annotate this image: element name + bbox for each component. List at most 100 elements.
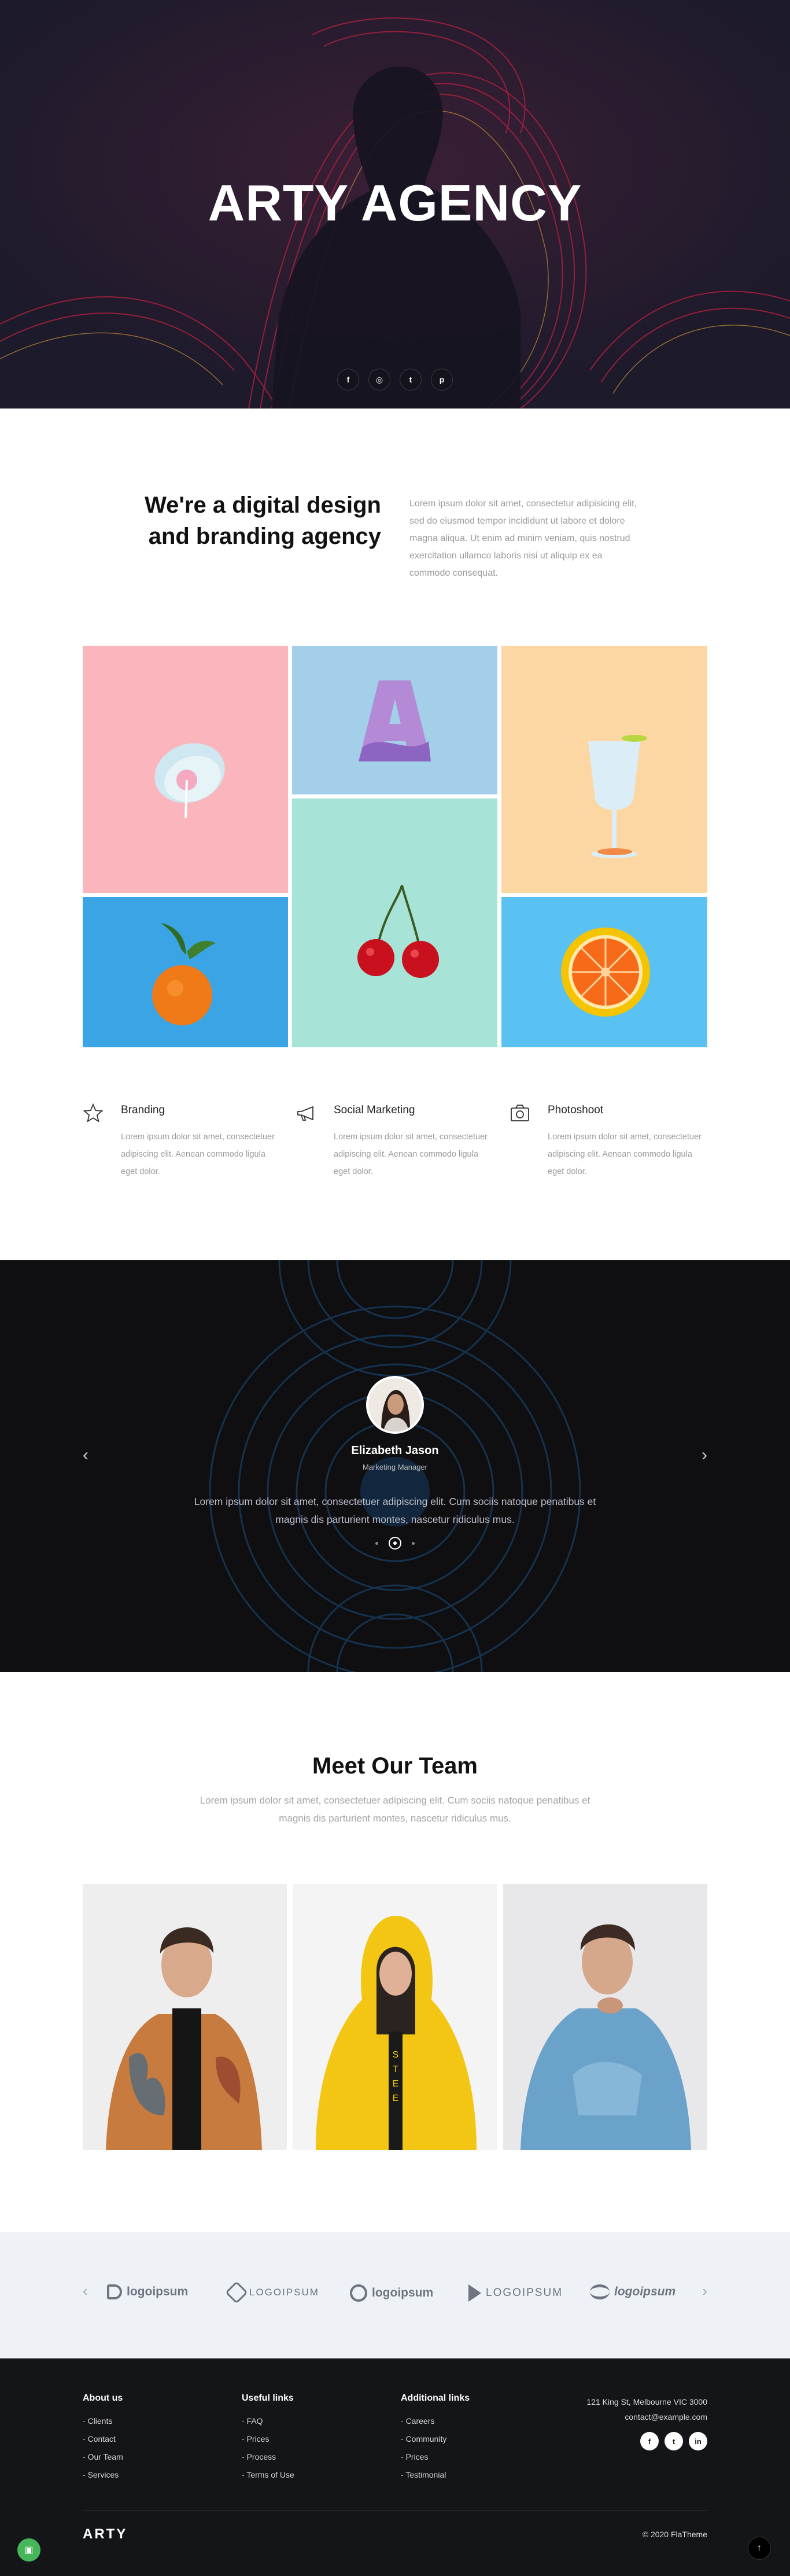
footer-link[interactable]: Careers bbox=[401, 2416, 470, 2434]
footer-link[interactable]: Community bbox=[401, 2434, 470, 2452]
service-text: Lorem ipsum dolor sit amet, consectetuer… bbox=[548, 1132, 702, 1176]
letter-a-image bbox=[359, 680, 431, 761]
intro-section: We're a digital design and branding agen… bbox=[0, 409, 790, 646]
back-to-top-icon[interactable]: ↑ bbox=[748, 2537, 771, 2560]
team-member-photo[interactable] bbox=[503, 1884, 707, 2150]
footer-address: 121 King St, Melbourne VIC 3000 bbox=[586, 2397, 707, 2406]
facebook-icon[interactable]: f bbox=[337, 369, 359, 391]
footer-column-additional: Additional links Careers Community Price… bbox=[401, 2393, 470, 2488]
hero-section: ARTY AGENCY f ◎ t p bbox=[0, 0, 790, 409]
testimonial-section: ‹ › Elizabeth Jason Marketing Manager Lo… bbox=[0, 1260, 790, 1672]
service-title: Photoshoot bbox=[548, 1104, 604, 1116]
service-title: Social Marketing bbox=[334, 1104, 415, 1116]
twitter-icon[interactable]: t bbox=[665, 2432, 683, 2450]
gallery-image-cocktail[interactable] bbox=[501, 646, 707, 893]
cocktail-image bbox=[588, 735, 647, 858]
instagram-icon[interactable]: ◎ bbox=[368, 369, 390, 391]
star-icon bbox=[83, 1103, 104, 1123]
footer-link[interactable]: Prices bbox=[401, 2452, 470, 2470]
portfolio-gallery bbox=[83, 646, 707, 1047]
megaphone-icon bbox=[297, 1106, 313, 1121]
service-title: Branding bbox=[121, 1104, 165, 1116]
client-logo[interactable]: logoipsum bbox=[590, 2284, 675, 2299]
gallery-image-grapefruit[interactable] bbox=[501, 897, 707, 1047]
svg-text:E: E bbox=[393, 2079, 399, 2089]
footer-link[interactable]: Clients bbox=[83, 2416, 123, 2434]
facebook-icon[interactable]: f bbox=[640, 2432, 659, 2450]
avatar bbox=[366, 1376, 424, 1434]
client-logo[interactable]: logoipsum bbox=[350, 2284, 433, 2302]
footer-link[interactable]: Terms of Use bbox=[242, 2470, 294, 2488]
footer-link[interactable]: Contact bbox=[83, 2434, 123, 2452]
client-logo[interactable]: LOGOIPSUM bbox=[468, 2284, 563, 2302]
footer-copyright: © 2020 FlaTheme bbox=[642, 2530, 707, 2539]
lollipop-image bbox=[154, 743, 225, 819]
logos-prev-arrow[interactable]: ‹ bbox=[83, 2282, 88, 2300]
svg-text:S: S bbox=[393, 2050, 399, 2060]
svg-text:E: E bbox=[393, 2093, 399, 2103]
client-logo-text: logoipsum bbox=[372, 2286, 434, 2299]
logo-mark-icon bbox=[590, 2284, 610, 2299]
footer-link[interactable]: FAQ bbox=[242, 2416, 294, 2434]
services-section: Branding Lorem ipsum dolor sit amet, con… bbox=[83, 1099, 707, 1215]
footer-column-about: About us Clients Contact Our Team Servic… bbox=[83, 2393, 123, 2488]
gallery-image-orange[interactable] bbox=[83, 897, 288, 1047]
footer-column-useful: Useful links FAQ Prices Process Terms of… bbox=[242, 2393, 294, 2488]
cherries-image bbox=[357, 885, 439, 978]
client-logo[interactable]: LOGOIPSUM bbox=[225, 2281, 319, 2304]
pinterest-icon[interactable]: p bbox=[431, 369, 453, 391]
testimonial-name: Elizabeth Jason bbox=[351, 1444, 439, 1457]
linkedin-icon[interactable]: in bbox=[689, 2432, 707, 2450]
gallery-image-letter-a[interactable] bbox=[292, 646, 497, 794]
hero-social-links: f ◎ t p bbox=[0, 369, 790, 391]
testimonial-pagination bbox=[0, 1537, 790, 1550]
footer-contact: 121 King St, Melbourne VIC 3000 contact@… bbox=[586, 2394, 707, 2424]
pagination-dot-active[interactable] bbox=[389, 1537, 401, 1550]
footer-email[interactable]: contact@example.com bbox=[586, 2409, 707, 2424]
logo-mark-icon bbox=[107, 2284, 122, 2299]
footer-link[interactable]: Testimonial bbox=[401, 2470, 470, 2488]
client-logos-section: ‹ logoipsum LOGOIPSUM logoipsum LOGOIPSU… bbox=[0, 2232, 790, 2358]
team-member-photo[interactable]: S T E E bbox=[293, 1884, 497, 2150]
intro-heading: We're a digital design and branding agen… bbox=[145, 492, 381, 549]
service-text: Lorem ipsum dolor sit amet, consectetuer… bbox=[334, 1132, 488, 1176]
logo-mark-icon bbox=[350, 2284, 367, 2302]
team-title: Meet Our Team bbox=[312, 1753, 478, 1779]
footer: About us Clients Contact Our Team Servic… bbox=[0, 2358, 790, 2576]
footer-link[interactable]: Prices bbox=[242, 2434, 294, 2452]
footer-logo[interactable]: ARTY bbox=[83, 2526, 127, 2542]
avatar-portrait bbox=[368, 1378, 422, 1431]
page: ARTY AGENCY f ◎ t p We're a digital desi… bbox=[0, 0, 790, 2576]
footer-divider bbox=[83, 2510, 707, 2511]
gallery-image-cherries[interactable] bbox=[292, 798, 497, 1047]
grapefruit-image bbox=[561, 928, 650, 1017]
pagination-dot[interactable] bbox=[412, 1541, 415, 1545]
team-member-photo[interactable] bbox=[83, 1884, 287, 2150]
logo-mark-icon bbox=[468, 2284, 481, 2302]
service-text: Lorem ipsum dolor sit amet, consectetuer… bbox=[121, 1132, 275, 1176]
logos-next-arrow[interactable]: › bbox=[702, 2282, 707, 2300]
pagination-dot[interactable] bbox=[375, 1541, 378, 1545]
logo-mark-icon bbox=[225, 2281, 248, 2304]
twitter-icon[interactable]: t bbox=[400, 369, 422, 391]
client-logo-text: LOGOIPSUM bbox=[486, 2287, 563, 2299]
hero-title: ARTY AGENCY bbox=[208, 174, 582, 231]
footer-link[interactable]: Our Team bbox=[83, 2452, 123, 2470]
gallery-image-lollipop[interactable] bbox=[83, 646, 288, 893]
cart-icon[interactable]: ▣ bbox=[17, 2538, 40, 2562]
footer-heading: Additional links bbox=[401, 2393, 470, 2403]
client-logo-text: logoipsum bbox=[614, 2285, 676, 2298]
intro-text: Lorem ipsum dolor sit amet, consectetur … bbox=[409, 499, 637, 578]
team-member-3-image bbox=[503, 1884, 707, 2150]
footer-heading: Useful links bbox=[242, 2393, 294, 2403]
camera-icon bbox=[511, 1105, 529, 1121]
footer-heading: About us bbox=[83, 2393, 123, 2403]
testimonial-role: Marketing Manager bbox=[363, 1463, 427, 1471]
client-logo[interactable]: logoipsum bbox=[107, 2284, 188, 2299]
footer-link[interactable]: Services bbox=[83, 2470, 123, 2488]
team-member-1-image bbox=[83, 1884, 287, 2150]
svg-text:T: T bbox=[393, 2065, 398, 2074]
team-member-2-image: S T E E bbox=[293, 1884, 497, 2150]
team-subtitle: Lorem ipsum dolor sit amet, consectetuer… bbox=[200, 1795, 590, 1824]
footer-link[interactable]: Process bbox=[242, 2452, 294, 2470]
